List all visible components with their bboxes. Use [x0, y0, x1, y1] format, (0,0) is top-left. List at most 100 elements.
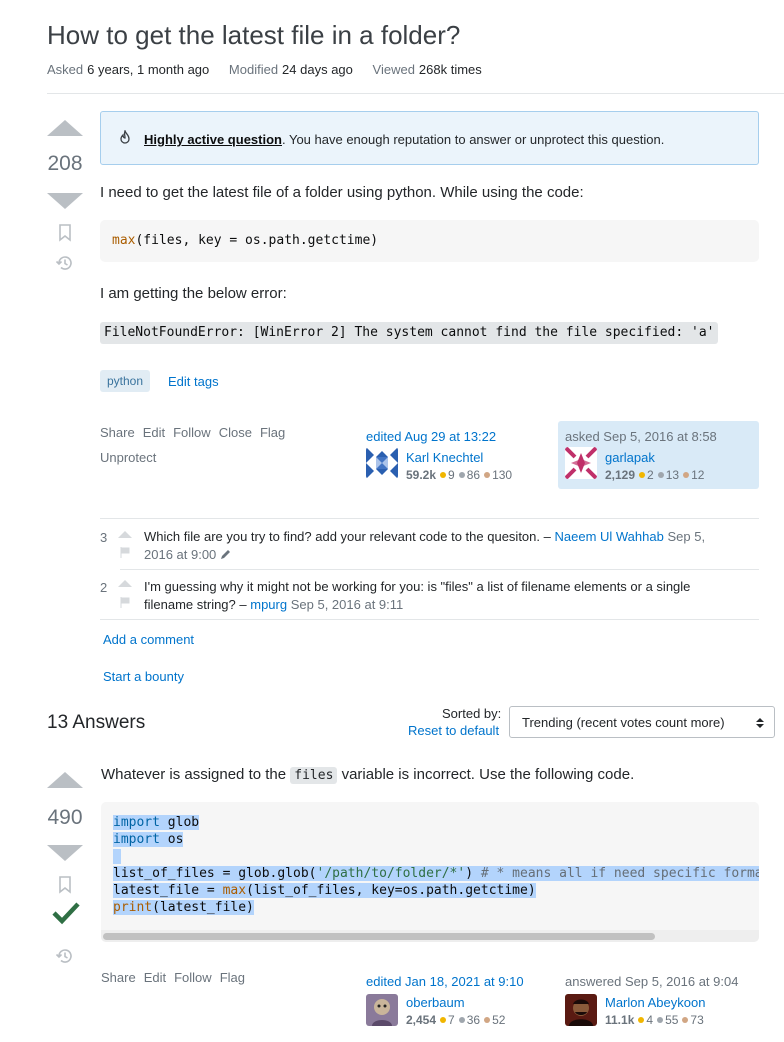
comment-text: Which file are you try to find? add your… [144, 529, 551, 544]
code-block: max(files, key = os.path.getctime) [100, 220, 759, 262]
tag-python[interactable]: python [100, 370, 151, 392]
bookmark-icon[interactable] [58, 224, 72, 242]
comment-user[interactable]: mpurg [250, 597, 287, 612]
history-icon[interactable] [55, 253, 75, 273]
flag-link[interactable]: Flag [220, 970, 245, 985]
flag-icon[interactable] [120, 547, 130, 558]
avatar[interactable] [565, 447, 597, 479]
avatar[interactable] [366, 994, 398, 1026]
edited-time[interactable]: edited Jan 18, 2021 at 9:10 [366, 974, 551, 989]
comment-date-cont[interactable]: 2016 at 9:00 [144, 547, 216, 562]
downvote-button[interactable] [47, 845, 83, 861]
divider [120, 569, 759, 570]
answerer-name[interactable]: Marlon Abeykoon [605, 995, 705, 1010]
gold-count: 4 [646, 1013, 654, 1027]
fire-icon [119, 128, 131, 147]
viewed-label: Viewed [372, 62, 415, 77]
highly-active-notice: Highly active question. You have enough … [100, 111, 759, 165]
upvote-button[interactable] [47, 772, 83, 788]
bronze-count: 12 [691, 468, 705, 482]
editor-rep: 59.2k 9 86 130 [406, 467, 512, 482]
highly-active-link[interactable]: Highly active question [144, 132, 282, 147]
share-link[interactable]: Share [101, 970, 136, 985]
unprotect-link[interactable]: Unprotect [100, 450, 156, 465]
notice-text: . You have enough reputation to answer o… [281, 132, 665, 147]
sort-select-value: Trending (recent votes count more) [522, 715, 725, 730]
comment-body: I'm guessing why it might not be working… [144, 578, 759, 614]
gold-count: 7 [448, 1013, 455, 1027]
comment-user[interactable]: Naeem Ul Wahhab [554, 529, 663, 544]
comment-score: 2 [100, 580, 108, 595]
flag-link[interactable]: Flag [260, 425, 285, 440]
sort-select[interactable]: Trending (recent votes count more) [509, 706, 775, 738]
error-code: FileNotFoundError: [WinError 2] The syst… [100, 322, 719, 344]
silver-count: 13 [665, 468, 680, 482]
gold-count: 2 [647, 468, 654, 482]
answer-code-block: import glob import os list_of_files = gl… [101, 802, 759, 942]
pencil-icon[interactable] [220, 549, 231, 560]
answer-score: 490 [47, 806, 83, 829]
edit-link[interactable]: Edit [144, 970, 166, 985]
divider [47, 93, 784, 94]
divider [100, 619, 759, 620]
editor-rep: 2,454 7 36 52 [406, 1012, 505, 1027]
bronze-count: 52 [492, 1013, 506, 1027]
reset-default-link[interactable]: Reset to default [408, 723, 499, 738]
answerer-card: answered Sep 5, 2016 at 9:04 Marlon Abey… [565, 974, 759, 1027]
share-link[interactable]: Share [100, 425, 135, 440]
comment-date[interactable]: Sep 5, 2016 at 9:11 [291, 597, 404, 612]
editor-name[interactable]: Karl Knechtel [406, 450, 483, 465]
page-title[interactable]: How to get the latest file in a folder? [47, 20, 460, 51]
add-comment-link[interactable]: Add a comment [103, 632, 194, 647]
silver-count: 55 [665, 1013, 679, 1027]
avatar[interactable] [366, 447, 398, 479]
edit-link[interactable]: Edit [143, 425, 165, 440]
downvote-button[interactable] [47, 193, 83, 209]
edited-time[interactable]: edited Aug 29 at 13:22 [366, 429, 551, 444]
answerer-rep: 11.1k 4 55 73 [605, 1012, 704, 1027]
inline-code: files [290, 767, 338, 784]
asker-name[interactable]: garlapak [605, 450, 655, 465]
comment-upvote-button[interactable] [118, 580, 132, 587]
follow-link[interactable]: Follow [174, 970, 212, 985]
avatar[interactable] [565, 994, 597, 1026]
answer-code: import glob import os list_of_files = gl… [113, 814, 759, 916]
follow-link[interactable]: Follow [173, 425, 211, 440]
code-fn: max [112, 233, 136, 248]
asker-card: asked Sep 5, 2016 at 8:58 garlapak 2,129… [558, 421, 759, 489]
close-link[interactable]: Close [219, 425, 252, 440]
bookmark-icon[interactable] [58, 876, 72, 894]
question-paragraph-1: I need to get the latest file of a folde… [100, 184, 584, 201]
answer-intro-text: Whatever is assigned to the [101, 766, 287, 783]
gold-count: 9 [448, 468, 455, 482]
question-meta: Asked 6 years, 1 month ago Modified 24 day… [47, 62, 498, 77]
rep-score: 2,129 [605, 468, 636, 482]
horizontal-scrollbar[interactable] [101, 930, 759, 942]
question-score: 208 [47, 152, 83, 175]
code-rest: (files, key = os.path.getctime) [135, 233, 379, 248]
comment-text-cont: filename string? – [144, 597, 247, 612]
silver-count: 36 [466, 1013, 481, 1027]
answered-time[interactable]: answered Sep 5, 2016 at 9:04 [565, 974, 759, 989]
answer-intro: Whatever is assigned to the files variab… [101, 766, 634, 784]
upvote-button[interactable] [47, 120, 83, 136]
start-bounty-link[interactable]: Start a bounty [103, 669, 184, 684]
scrollbar-thumb[interactable] [103, 933, 655, 940]
comment-date[interactable]: Sep 5, [667, 529, 705, 544]
modified-value[interactable]: 24 days ago [282, 62, 353, 77]
comment-text: I'm guessing why it might not be working… [144, 579, 691, 594]
asked-label: Asked [47, 62, 84, 77]
editor-card: edited Aug 29 at 13:22 Karl Knechtel 59.… [366, 429, 551, 482]
history-icon[interactable] [55, 946, 75, 966]
flag-icon[interactable] [120, 597, 130, 608]
answer-editor-card: edited Jan 18, 2021 at 9:10 oberbaum 2,4… [366, 974, 551, 1027]
bronze-count: 73 [690, 1013, 704, 1027]
asker-rep: 2,129 2 13 12 [605, 467, 704, 482]
asked-value[interactable]: 6 years, 1 month ago [87, 62, 209, 77]
viewed-value: 268k times [418, 62, 482, 77]
asked-time[interactable]: asked Sep 5, 2016 at 8:58 [565, 429, 717, 444]
editor-name[interactable]: oberbaum [406, 995, 465, 1010]
comment-upvote-button[interactable] [118, 531, 132, 538]
rep-score: 59.2k [406, 468, 437, 482]
edit-tags-link[interactable]: Edit tags [168, 374, 219, 389]
